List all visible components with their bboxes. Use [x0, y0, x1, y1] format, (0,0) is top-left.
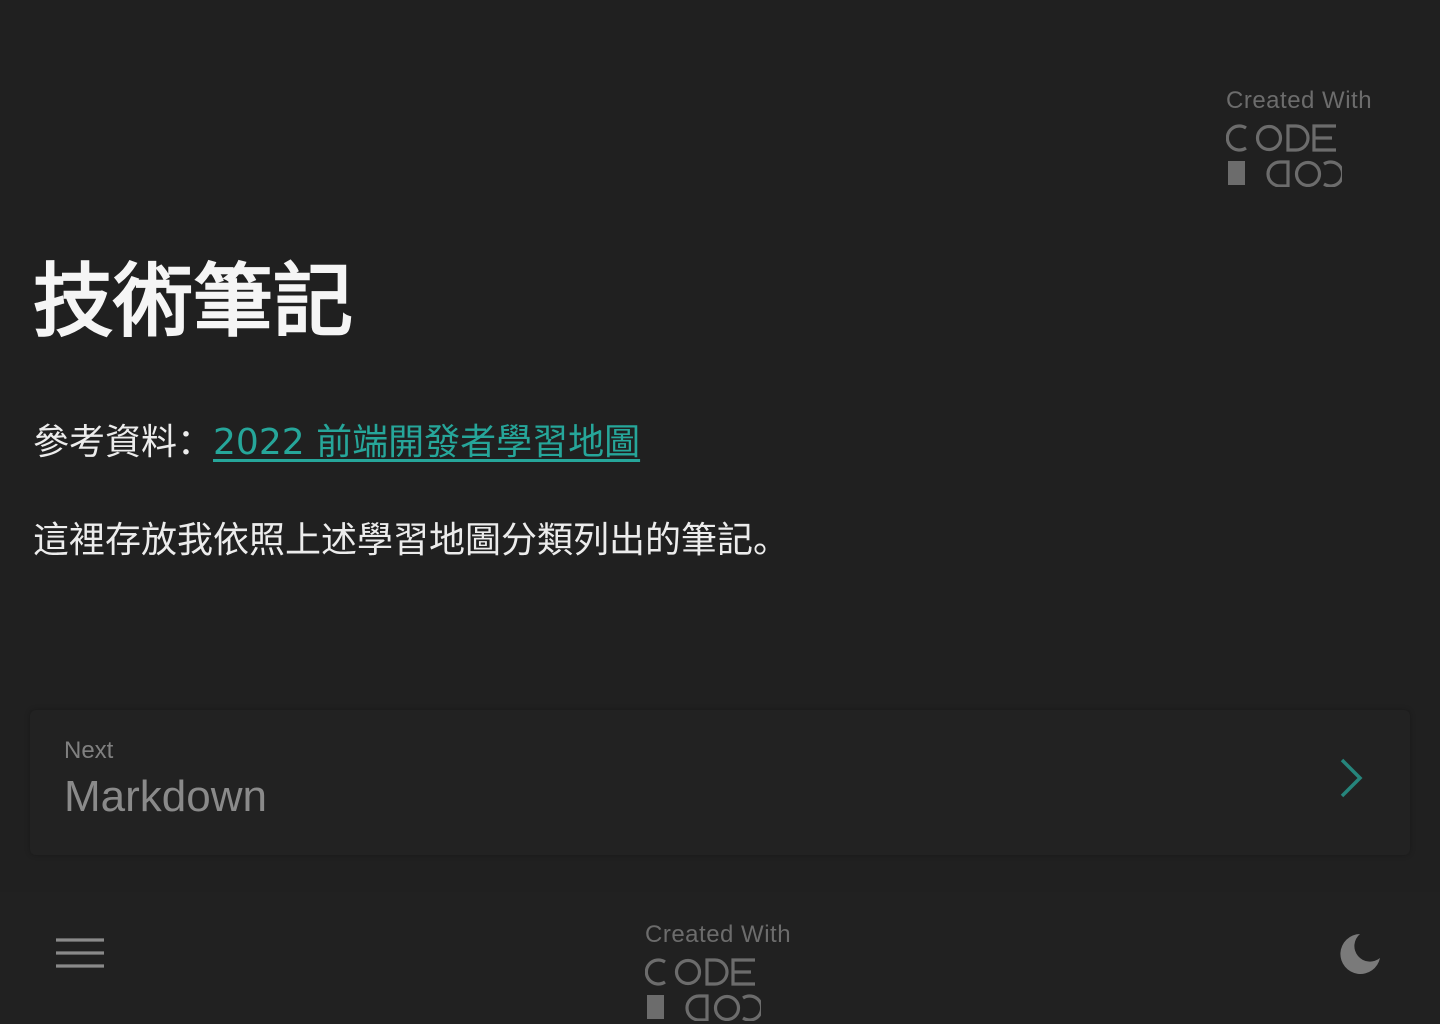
created-with-badge-bottom: Created With — [645, 923, 791, 1021]
page-title: 技術筆記 — [33, 255, 353, 348]
moon-icon[interactable] — [1338, 932, 1382, 976]
description-paragraph: 這裡存放我依照上述學習地圖分類列出的筆記。 — [33, 520, 790, 561]
next-label: Next — [64, 737, 114, 764]
reference-paragraph: 參考資料：2022 前端開發者學習地圖 — [33, 420, 640, 467]
codecod-logo — [1226, 124, 1342, 187]
created-with-caption: Created With — [1226, 87, 1373, 114]
learning-map-link[interactable]: 2022 前端開發者學習地圖 — [213, 422, 640, 463]
hamburger-menu-icon[interactable] — [56, 938, 104, 968]
created-with-caption: Created With — [645, 921, 792, 948]
created-with-badge-top: Created With — [1226, 89, 1372, 187]
page: Created With 技術筆記 參考資料：2022 前端開發者學習地圖 這裡… — [0, 0, 1440, 1024]
reference-label: 參考資料： — [33, 422, 214, 463]
chevron-right-icon — [1340, 758, 1363, 798]
next-page-title: Markdown — [64, 772, 267, 821]
codecod-logo — [645, 958, 761, 1021]
next-page-card[interactable]: Next Markdown — [30, 710, 1410, 855]
